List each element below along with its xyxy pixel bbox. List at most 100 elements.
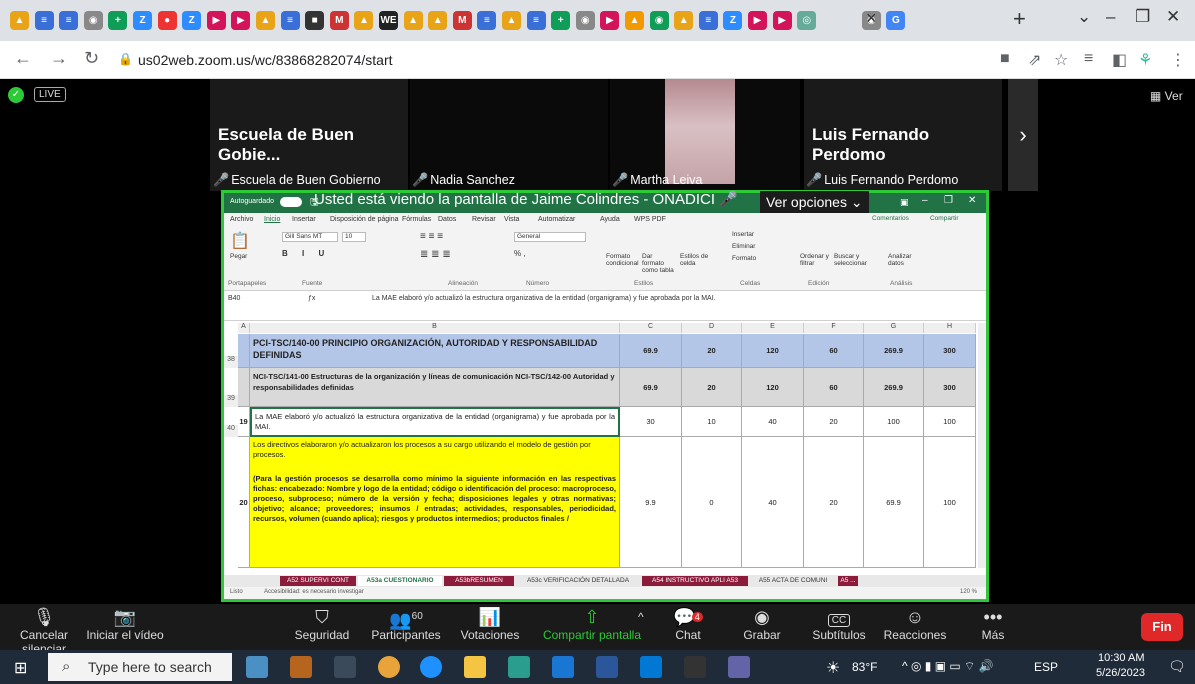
browser-tab[interactable]: ● bbox=[157, 11, 177, 30]
end-meeting-button[interactable]: Fin bbox=[1141, 613, 1183, 641]
align-icons-row2[interactable]: ≣ ≣ ≣ bbox=[420, 249, 451, 260]
app-icon[interactable] bbox=[246, 656, 268, 678]
reading-list-icon[interactable]: ≡ bbox=[1084, 50, 1093, 68]
cell-index[interactable] bbox=[238, 368, 250, 407]
number-format-select[interactable]: General bbox=[514, 232, 586, 242]
column-header[interactable]: C bbox=[620, 323, 682, 333]
tab-search-icon[interactable]: ⌄ bbox=[1077, 7, 1091, 27]
browser-tab[interactable]: G bbox=[886, 11, 906, 30]
ribbon-tab[interactable]: Automatizar bbox=[538, 216, 575, 223]
next-page-button[interactable]: › bbox=[1008, 79, 1038, 191]
unmute-button[interactable]: 🎙 Cancelar silenciar bbox=[4, 604, 84, 656]
row-number[interactable]: 40 bbox=[224, 425, 238, 437]
browser-tab[interactable]: Z bbox=[182, 11, 202, 30]
browser-tab[interactable]: ◉ bbox=[649, 11, 669, 30]
minimize-button[interactable]: – bbox=[1106, 7, 1115, 27]
clock-date[interactable]: 5/26/2023 bbox=[1096, 667, 1145, 679]
insert-button[interactable]: Insertar bbox=[732, 231, 754, 238]
input-language[interactable]: ESP bbox=[1034, 660, 1058, 674]
cell-value[interactable]: 300 bbox=[924, 334, 976, 368]
font-style-buttons[interactable]: B I U bbox=[282, 249, 330, 258]
browser-tab[interactable]: ▶ bbox=[772, 11, 792, 30]
cell-value[interactable]: 10 bbox=[682, 407, 742, 437]
browser-tab[interactable]: ≡ bbox=[477, 11, 497, 30]
sheet-tab[interactable]: A52 SUPERVI CONT bbox=[280, 576, 356, 586]
delete-button[interactable]: Eliminar bbox=[732, 243, 755, 250]
zoom-percent[interactable]: 120 % bbox=[960, 589, 977, 595]
cell-value[interactable]: 100 bbox=[924, 437, 976, 568]
windows-start-icon[interactable]: ⊞ bbox=[14, 658, 27, 678]
sheet-tab[interactable]: A5 ... bbox=[838, 576, 858, 586]
bookmark-star-icon[interactable]: ☆ bbox=[1054, 50, 1068, 70]
cell-description[interactable]: La MAE elaboró y/o actualizó la estructu… bbox=[250, 407, 620, 437]
taskbar-search-input[interactable]: ⌕ Type here to search bbox=[48, 653, 232, 681]
cell-description[interactable]: Los directivos elaboraron y/o actualizar… bbox=[250, 437, 620, 568]
lock-icon[interactable]: 🔒 bbox=[118, 52, 133, 66]
file-explorer-icon[interactable] bbox=[464, 656, 486, 678]
ribbon-tab[interactable]: Revisar bbox=[472, 216, 496, 223]
maximize-button[interactable]: ❐ bbox=[1135, 7, 1150, 27]
vscode-icon[interactable] bbox=[640, 656, 662, 678]
ribbon-tab[interactable]: Fórmulas bbox=[402, 216, 431, 223]
mail-icon[interactable] bbox=[552, 656, 574, 678]
cell-value[interactable]: 20 bbox=[682, 334, 742, 368]
start-video-button[interactable]: 📷 Iniciar el vídeo bbox=[84, 604, 166, 650]
security-button[interactable]: ⛉ Seguridad bbox=[290, 604, 354, 650]
browser-tab[interactable]: ≡ bbox=[526, 11, 546, 30]
cell-value[interactable]: 9.9 bbox=[620, 437, 682, 568]
ribbon-display-icon[interactable]: ▣ bbox=[900, 197, 909, 208]
browser-tab[interactable]: ▲ bbox=[625, 11, 644, 30]
number-format-icons[interactable]: % , bbox=[514, 249, 526, 258]
cell-value[interactable]: 20 bbox=[804, 437, 864, 568]
ribbon-tab[interactable]: Disposición de página bbox=[330, 216, 399, 223]
browser-tab[interactable]: ▲ bbox=[674, 11, 694, 30]
cell-description[interactable]: PCI-TSC/140-00 PRINCIPIO ORGANIZACIÓN, A… bbox=[250, 334, 620, 368]
browser-tab[interactable]: ◎ bbox=[797, 11, 817, 30]
column-header[interactable]: E bbox=[742, 323, 804, 333]
cell-value[interactable]: 120 bbox=[742, 368, 804, 407]
formula-input[interactable]: La MAE elaboró y/o actualizó la estructu… bbox=[372, 295, 716, 302]
ribbon-tab[interactable]: Vista bbox=[504, 216, 519, 223]
ribbon-tab[interactable]: Archivo bbox=[230, 216, 253, 223]
cell-value[interactable]: 100 bbox=[864, 407, 924, 437]
conditional-format-button[interactable]: Formato condicional bbox=[606, 253, 640, 267]
live-badge[interactable]: LIVE bbox=[34, 87, 66, 102]
side-panel-icon[interactable]: ◧ bbox=[1112, 50, 1127, 70]
spreadsheet-grid[interactable]: A B C D E F G H 38 PCI-TSC/140-00 PRINCIPIO ORGAN… bbox=[224, 323, 986, 568]
browser-tab[interactable]: ≡ bbox=[698, 11, 718, 30]
format-button[interactable]: Formato bbox=[732, 255, 756, 262]
share-page-icon[interactable]: ⇗ bbox=[1028, 50, 1041, 70]
cell-value[interactable]: 120 bbox=[742, 334, 804, 368]
browser-tab[interactable]: + bbox=[108, 11, 128, 30]
polls-button[interactable]: 📊 Votaciones bbox=[458, 604, 522, 650]
ribbon-tab[interactable]: Datos bbox=[438, 216, 456, 223]
briefcase-icon[interactable] bbox=[290, 656, 312, 678]
share-options-chevron-icon[interactable]: ^ bbox=[638, 610, 644, 624]
cell-index[interactable]: 20 bbox=[238, 437, 250, 568]
paste-icon[interactable]: 📋 bbox=[230, 231, 250, 251]
browser-tab[interactable]: ▶ bbox=[600, 11, 620, 30]
extension-icon[interactable]: ⚘ bbox=[1138, 50, 1152, 70]
browser-tab[interactable]: ◉ bbox=[575, 11, 595, 30]
chat-button[interactable]: 💬4 Chat bbox=[664, 604, 712, 650]
row-number[interactable]: 39 bbox=[224, 395, 238, 407]
browser-tab[interactable]: WE bbox=[379, 11, 398, 30]
column-header[interactable]: H bbox=[924, 323, 976, 333]
view-button[interactable]: ▦ Ver bbox=[1150, 89, 1183, 103]
weather-icon[interactable]: ☀ bbox=[826, 658, 840, 678]
cell-value[interactable]: 69.9 bbox=[620, 368, 682, 407]
cell-value[interactable]: 60 bbox=[804, 334, 864, 368]
browser-tab[interactable]: ▶ bbox=[231, 11, 251, 30]
browser-tab[interactable]: Z bbox=[133, 11, 152, 30]
browser-tab[interactable]: ▲ bbox=[403, 11, 423, 30]
cell-value[interactable]: 40 bbox=[742, 437, 804, 568]
cell-styles-button[interactable]: Estilos de celda bbox=[680, 253, 710, 267]
sort-filter-button[interactable]: Ordenar y filtrar bbox=[800, 253, 830, 267]
align-icons[interactable]: ≡ ≡ ≡ bbox=[420, 231, 443, 242]
more-button[interactable]: ••• Más bbox=[976, 604, 1010, 650]
ribbon-tab[interactable]: Insertar bbox=[292, 216, 316, 223]
vertical-scrollbar[interactable] bbox=[978, 323, 986, 568]
ribbon-tab[interactable]: Inicio bbox=[264, 216, 280, 223]
clock-time[interactable]: 10:30 AM bbox=[1098, 652, 1144, 664]
cell-value[interactable]: 269.9 bbox=[864, 334, 924, 368]
